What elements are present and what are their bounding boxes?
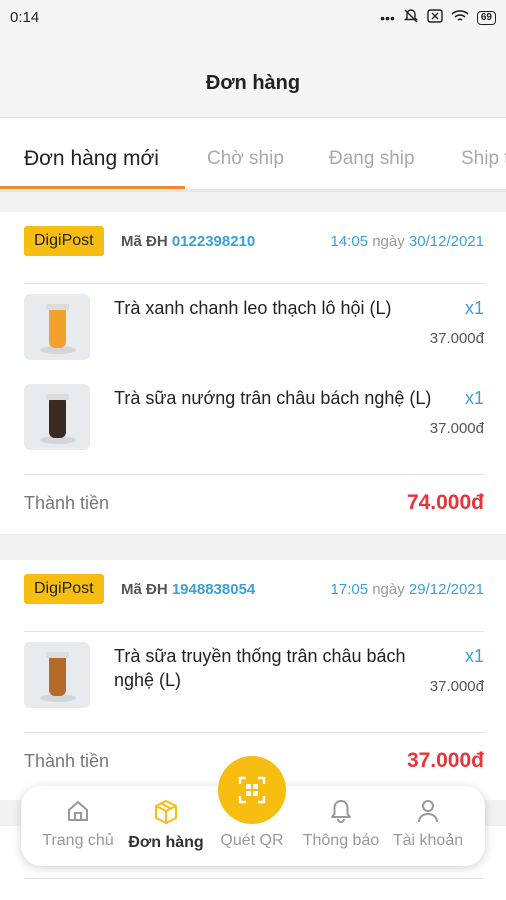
sim-off-icon: [427, 9, 443, 27]
nav-home[interactable]: Trang chủ: [33, 798, 123, 850]
product-image: [24, 642, 90, 708]
tab-new-orders[interactable]: Đơn hàng mới: [24, 147, 159, 171]
order-datetime: 17:05 ngày 29/12/2021: [330, 581, 485, 598]
mute-bell-icon: [403, 8, 419, 28]
active-tab-indicator: [0, 186, 185, 189]
app-bar: Đơn hàng: [0, 36, 506, 118]
order-code-label: Mã ĐH 0122398210: [121, 233, 256, 250]
page-title: Đơn hàng: [205, 72, 301, 94]
status-time: 0:14: [10, 9, 40, 26]
status-icons: ••• 69: [380, 8, 496, 28]
order-item[interactable]: Trà sữa nướng trân châu bách nghệ (L) x1…: [24, 384, 484, 454]
order-status-tabs: Đơn hàng mới Chờ ship Đang ship Ship t: [0, 118, 506, 192]
product-image: [24, 294, 90, 360]
nav-orders[interactable]: Đơn hàng: [121, 798, 211, 852]
item-quantity: x1: [464, 388, 484, 408]
order-card[interactable]: DigiPost Mã ĐH 0122398210 14:05 ngày 30/…: [0, 212, 506, 534]
item-name: Trà sữa truyền thống trân châu bách nghệ…: [114, 646, 406, 690]
order-item[interactable]: Trà xanh chanh leo thạch lô hội (L) x1 3…: [24, 294, 484, 364]
battery-icon: 69: [476, 11, 496, 25]
item-name: Trà sữa nướng trân châu bách nghệ (L): [114, 388, 432, 408]
more-dots-icon: •••: [380, 10, 395, 26]
scan-qr-button[interactable]: [218, 756, 286, 824]
status-bar: 0:14 ••• 69: [0, 0, 506, 36]
order-datetime: 14:05 ngày 30/12/2021: [330, 233, 485, 250]
carrier-badge: DigiPost: [24, 574, 104, 604]
wifi-icon: [451, 9, 469, 27]
nav-orders-label: Đơn hàng: [128, 834, 204, 851]
order-code[interactable]: 1948838054: [172, 581, 255, 598]
nav-notifications[interactable]: Thông báo: [296, 798, 386, 850]
home-icon: [68, 801, 88, 821]
tab-shipping[interactable]: Đang ship: [329, 148, 415, 170]
item-price: 37.000đ: [429, 420, 484, 437]
bell-icon: [331, 800, 351, 823]
product-image: [24, 384, 90, 450]
item-price: 37.000đ: [429, 678, 484, 695]
total-amount: 37.000đ: [406, 749, 484, 772]
user-icon: [418, 800, 438, 823]
item-price: 37.000đ: [429, 330, 484, 347]
total-label: Thành tiền: [24, 751, 110, 771]
order-code-label: Mã ĐH 1948838054: [121, 581, 256, 598]
carrier-badge: DigiPost: [24, 226, 104, 256]
nav-notifications-label: Thông báo: [302, 832, 380, 849]
total-amount: 74.000đ: [406, 491, 484, 514]
tab-waiting-ship[interactable]: Chờ ship: [207, 148, 284, 170]
nav-home-label: Trang chủ: [42, 832, 114, 849]
item-name: Trà xanh chanh leo thạch lô hội (L): [114, 298, 392, 318]
bottom-navigation: Trang chủ Đơn hàng Quét QR Thông báo Tài…: [21, 756, 485, 866]
package-icon: [155, 800, 177, 824]
nav-account[interactable]: Tài khoản: [383, 798, 473, 850]
order-header: DigiPost Mã ĐH 0122398210 14:05 ngày 30/…: [24, 226, 484, 284]
qr-scan-icon: [238, 776, 266, 804]
nav-scan-label: Quét QR: [220, 832, 284, 849]
nav-account-label: Tài khoản: [392, 832, 464, 849]
order-item[interactable]: Trà sữa truyền thống trân châu bách nghệ…: [24, 642, 484, 712]
divider: [24, 878, 484, 879]
tab-shipped[interactable]: Ship t: [461, 148, 506, 170]
item-quantity: x1: [464, 298, 484, 318]
total-label: Thành tiền: [24, 493, 110, 513]
item-quantity: x1: [464, 646, 484, 666]
order-code[interactable]: 0122398210: [172, 233, 255, 250]
order-header: DigiPost Mã ĐH 1948838054 17:05 ngày 29/…: [24, 574, 484, 632]
order-total-row: Thành tiền 74.000đ: [24, 474, 484, 530]
